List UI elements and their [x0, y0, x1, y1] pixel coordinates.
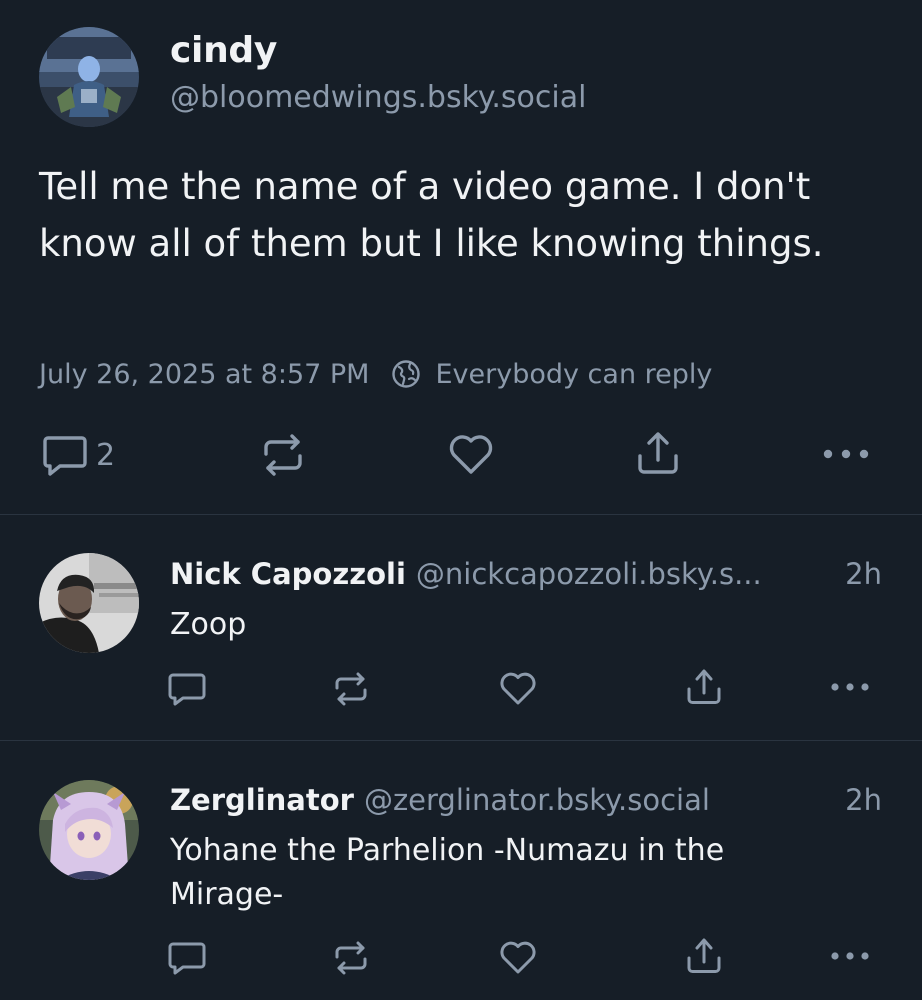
reply-count: 2: [96, 437, 116, 473]
reply-author-handle[interactable]: @nickcapozzoli.bsky.s...: [416, 557, 762, 591]
thread-view: cindy @bloomedwings.bsky.social Tell me …: [0, 0, 922, 1000]
reply-button[interactable]: [168, 941, 206, 975]
reply-action-bar: [0, 668, 922, 708]
more-button[interactable]: [822, 448, 870, 460]
reply-icon: [43, 436, 87, 476]
share-icon: [687, 669, 721, 704]
post-text: Tell me the name of a video game. I don'…: [39, 165, 824, 265]
more-icon: [823, 449, 869, 459]
reply-post[interactable]: Nick Capozzoli @nickcapozzoli.bsky.s... …: [0, 515, 922, 740]
like-icon: [449, 435, 493, 474]
reply-text: Zoop: [170, 607, 247, 642]
share-button[interactable]: [636, 430, 680, 476]
author-name[interactable]: cindy: [170, 30, 277, 71]
post-meta: July 26, 2025 at 8:57 PM Everybody can r…: [39, 354, 712, 394]
more-icon: [831, 683, 869, 691]
reply-header: Nick Capozzoli @nickcapozzoli.bsky.s... …: [170, 554, 882, 594]
avatar-image: [39, 553, 139, 653]
reply-action-bar: [0, 937, 922, 977]
reply-timestamp[interactable]: 2h: [831, 783, 882, 817]
reply-text: Yohane the Parhelion -Numazu in the Mira…: [170, 833, 725, 912]
avatar-image: [39, 780, 139, 880]
reply-header: Zerglinator @zerglinator.bsky.social 2h: [170, 780, 882, 820]
repost-button[interactable]: [332, 941, 370, 975]
author-avatar[interactable]: [39, 27, 139, 127]
more-button[interactable]: [830, 951, 870, 961]
repost-icon: [264, 434, 302, 476]
share-button[interactable]: [686, 937, 722, 975]
reply-button[interactable]: [168, 672, 206, 706]
more-icon: [831, 952, 869, 960]
post-action-bar: 2: [0, 430, 922, 480]
repost-button[interactable]: [260, 434, 306, 476]
repost-icon: [335, 672, 367, 706]
like-icon: [500, 941, 536, 974]
like-icon: [500, 672, 536, 705]
reply-post[interactable]: Zerglinator @zerglinator.bsky.social 2h …: [0, 741, 922, 1000]
reply-icon: [168, 673, 206, 706]
share-icon: [638, 432, 678, 474]
reply-author-name[interactable]: Nick Capozzoli: [170, 557, 406, 591]
like-button[interactable]: [447, 432, 495, 476]
reply-avatar[interactable]: [39, 553, 139, 653]
reply-button[interactable]: 2: [42, 434, 115, 476]
repost-icon: [335, 941, 367, 975]
share-button[interactable]: [686, 668, 722, 706]
like-button[interactable]: [498, 939, 538, 975]
more-button[interactable]: [830, 682, 870, 692]
like-button[interactable]: [498, 670, 538, 706]
reply-avatar[interactable]: [39, 780, 139, 880]
reply-author-name[interactable]: Zerglinator: [170, 783, 354, 817]
reply-icon: [168, 942, 206, 975]
globe-icon: [391, 359, 421, 389]
repost-button[interactable]: [332, 672, 370, 706]
author-handle[interactable]: @bloomedwings.bsky.social: [170, 80, 586, 115]
reply-setting[interactable]: Everybody can reply: [435, 359, 712, 390]
reply-timestamp[interactable]: 2h: [831, 557, 882, 591]
avatar-image: [39, 27, 139, 127]
main-post: cindy @bloomedwings.bsky.social Tell me …: [0, 0, 922, 514]
share-icon: [687, 938, 721, 973]
post-timestamp[interactable]: July 26, 2025 at 8:57 PM: [39, 359, 369, 390]
reply-author-handle[interactable]: @zerglinator.bsky.social: [364, 783, 710, 817]
